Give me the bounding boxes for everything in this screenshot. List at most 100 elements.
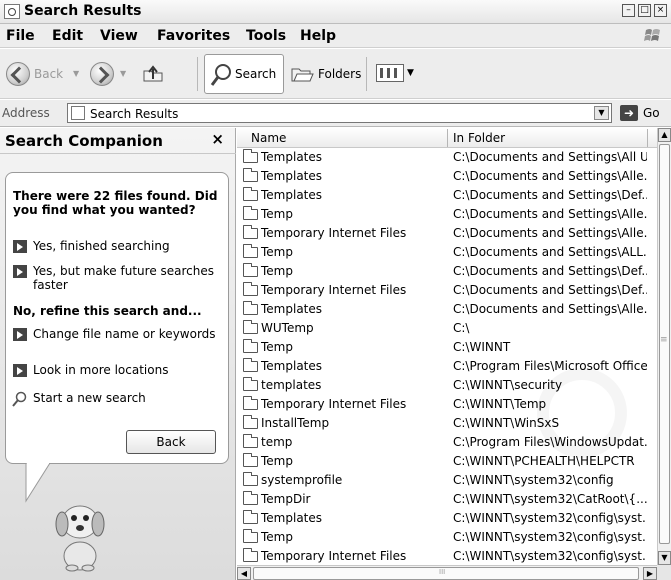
folder-path: C:\Documents and Settings\Def... <box>453 188 647 202</box>
file-name: Templates <box>261 188 323 202</box>
more-locations-link[interactable]: Look in more locations <box>13 363 227 379</box>
folder-path: C:\WINNT\system32\config\syst... <box>453 511 647 525</box>
table-row[interactable]: Templates C:\WINNT\system32\config\syst..… <box>237 509 657 528</box>
file-name: Temporary Internet Files <box>261 549 407 563</box>
table-row[interactable]: Temporary Internet Files C:\WINNT\system3… <box>237 547 657 565</box>
table-row[interactable]: Templates C:\Program Files\Microsoft Offi… <box>237 357 657 376</box>
file-name: Templates <box>261 511 323 525</box>
address-bar: Address Search Results ▼ ➜ Go <box>0 100 671 127</box>
folder-icon <box>243 282 258 296</box>
folder-icon <box>243 510 258 524</box>
minimize-button[interactable]: – <box>622 4 635 17</box>
horizontal-scroll-thumb[interactable] <box>253 567 639 580</box>
search-button[interactable]: Search <box>204 54 284 94</box>
close-pane-icon[interactable]: × <box>211 130 224 148</box>
menu-edit[interactable]: Edit <box>52 28 83 44</box>
table-row[interactable]: Temp C:\WINNT <box>237 338 657 357</box>
folders-label: Folders <box>318 67 362 81</box>
menu-tools[interactable]: Tools <box>246 28 286 44</box>
column-name[interactable]: Name <box>251 131 286 145</box>
folder-icon <box>243 206 258 220</box>
table-row[interactable]: Templates C:\Documents and Settings\Alle.… <box>237 167 657 186</box>
menu-favorites[interactable]: Favorites <box>157 28 230 44</box>
table-row[interactable]: Temp C:\Documents and Settings\Alle... <box>237 205 657 224</box>
yes-future-faster-link[interactable]: Yes, but make future searches faster <box>13 264 227 294</box>
up-folder-icon[interactable] <box>142 63 164 85</box>
companion-header: Search Companion × <box>0 128 236 154</box>
refine-heading: No, refine this search and... <box>13 304 202 318</box>
change-file-name-link[interactable]: Change file name or keywords <box>13 327 227 357</box>
scroll-down-icon[interactable]: ▼ <box>658 551 671 565</box>
column-divider[interactable] <box>447 129 448 147</box>
go-arrow-icon[interactable]: ➜ <box>620 105 638 121</box>
table-row[interactable]: Temp C:\WINNT\system32\config\syst... <box>237 528 657 547</box>
address-input[interactable]: Search Results ▼ <box>67 103 612 123</box>
folder-path: C:\WINNT\Temp <box>453 397 547 411</box>
folder-icon <box>243 434 258 448</box>
new-search-label: Start a new search <box>33 391 146 405</box>
back-label[interactable]: Back <box>34 67 63 81</box>
file-name: Temporary Internet Files <box>261 397 407 411</box>
table-row[interactable]: temp C:\Program Files\WindowsUpdat... <box>237 433 657 452</box>
toolbar: Back ▼ ▼ Search Folders ▼ <box>0 49 671 99</box>
forward-arrow-icon[interactable] <box>90 62 114 86</box>
folder-path: C:\Program Files\Microsoft Office <box>453 359 647 373</box>
folder-path: C:\WINNT\security <box>453 378 563 392</box>
column-divider[interactable] <box>647 129 648 147</box>
table-row[interactable]: Templates C:\Documents and Settings\Def..… <box>237 186 657 205</box>
file-name: Templates <box>261 302 323 316</box>
table-row[interactable]: Temp C:\Documents and Settings\ALL... <box>237 243 657 262</box>
column-in-folder[interactable]: In Folder <box>453 131 505 145</box>
table-row[interactable]: Temporary Internet Files C:\WINNT\Temp <box>237 395 657 414</box>
yes-future-label: Yes, but make future searches faster <box>33 264 215 292</box>
table-row[interactable]: Templates C:\Documents and Settings\All U… <box>237 148 657 167</box>
yes-finished-link[interactable]: Yes, finished searching <box>13 239 227 255</box>
table-row[interactable]: Templates C:\Documents and Settings\Alle.… <box>237 300 657 319</box>
folder-icon <box>243 358 258 372</box>
table-row[interactable]: WUTemp C:\ <box>237 319 657 338</box>
folder-icon <box>243 168 258 182</box>
folder-icon <box>243 263 258 277</box>
file-name: Temp <box>261 207 293 221</box>
back-arrow-icon[interactable] <box>6 62 30 86</box>
menu-file[interactable]: File <box>6 28 35 44</box>
vertical-scrollbar[interactable]: ▲ ▼ <box>657 128 671 565</box>
table-row[interactable]: InstallTemp C:\WINNT\WinSxS <box>237 414 657 433</box>
views-dropdown-icon[interactable]: ▼ <box>407 68 414 78</box>
toolbar-separator <box>197 57 198 91</box>
views-button[interactable] <box>376 64 404 82</box>
file-name: Temp <box>261 264 293 278</box>
file-name: Temp <box>261 454 293 468</box>
search-companion-pane: Search Companion × There were 22 files f… <box>0 128 236 580</box>
back-dropdown-icon[interactable]: ▼ <box>73 69 79 78</box>
windows-logo-icon <box>644 29 660 41</box>
arrow-icon <box>13 265 27 278</box>
horizontal-scrollbar[interactable]: ◀ ▶ <box>237 565 657 580</box>
scroll-up-icon[interactable]: ▲ <box>658 128 671 142</box>
table-row[interactable]: Temp C:\WINNT\PCHEALTH\HELPCTR <box>237 452 657 471</box>
file-name: Templates <box>261 169 323 183</box>
maximize-button[interactable]: □ <box>638 4 651 17</box>
close-button[interactable]: × <box>654 4 667 17</box>
back-button[interactable]: Back <box>126 430 216 454</box>
table-row[interactable]: TempDir C:\WINNT\system32\CatRoot\{... <box>237 490 657 509</box>
folder-path: C:\Program Files\WindowsUpdat... <box>453 435 647 449</box>
go-label[interactable]: Go <box>643 106 660 120</box>
table-row[interactable]: Temporary Internet Files C:\Documents and… <box>237 224 657 243</box>
folders-icon <box>291 68 314 82</box>
scroll-right-icon[interactable]: ▶ <box>643 567 657 580</box>
table-row[interactable]: Temp C:\Documents and Settings\Def... <box>237 262 657 281</box>
table-row[interactable]: systemprofile C:\WINNT\system32\config <box>237 471 657 490</box>
folder-path: C:\Documents and Settings\Alle... <box>453 207 647 221</box>
address-dropdown-icon[interactable]: ▼ <box>594 106 609 120</box>
forward-dropdown-icon[interactable]: ▼ <box>120 69 126 78</box>
table-row[interactable]: Temporary Internet Files C:\Documents and… <box>237 281 657 300</box>
menu-help[interactable]: Help <box>300 28 336 44</box>
folder-path: C:\Documents and Settings\ALL... <box>453 245 647 259</box>
table-row[interactable]: templates C:\WINNT\security <box>237 376 657 395</box>
vertical-scroll-thumb[interactable] <box>659 144 670 544</box>
menu-view[interactable]: View <box>100 28 138 44</box>
new-search-link[interactable]: Start a new search <box>6 391 220 407</box>
scroll-left-icon[interactable]: ◀ <box>237 567 251 580</box>
folder-icon <box>243 472 258 486</box>
